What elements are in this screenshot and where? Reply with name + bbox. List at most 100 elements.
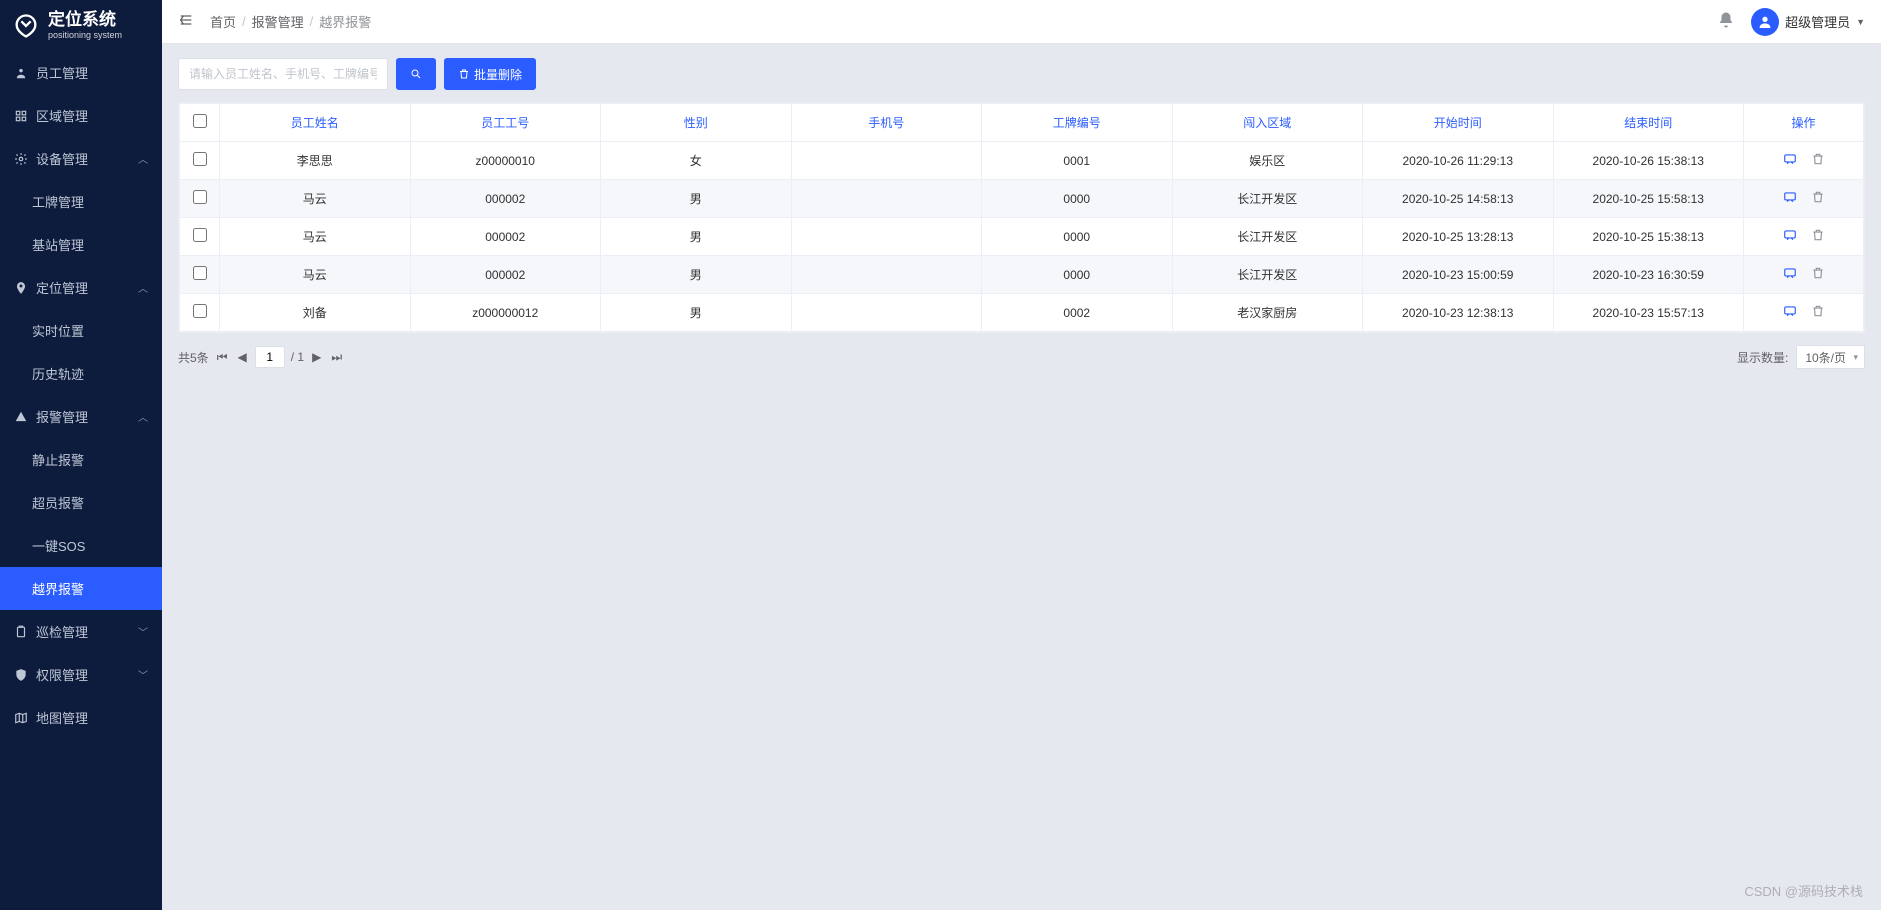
brand-subtitle: positioning system [48,30,122,41]
nav-item[interactable]: 定位管理︿ [0,266,162,309]
search-icon [410,67,422,81]
nav-item[interactable]: 地图管理 [0,696,162,739]
nav-item[interactable]: 超员报警 [0,481,162,524]
delete-icon[interactable] [1811,228,1825,245]
th-area: 闯入区域 [1172,104,1363,142]
last-page-icon[interactable]: ⏭ [329,348,344,367]
delete-icon[interactable] [1811,266,1825,283]
page-size-select[interactable]: 10条/页 [1796,345,1865,369]
bell-icon[interactable] [1717,11,1735,32]
nav-item[interactable]: 区域管理 [0,94,162,137]
cell-end: 2020-10-25 15:38:13 [1553,218,1744,256]
nav-item[interactable]: 报警管理︿ [0,395,162,438]
chevron-up-icon: ︿ [138,409,148,424]
topbar: 首页 / 报警管理 / 越界报警 超级管理员 ▼ [162,0,1881,44]
batch-delete-button[interactable]: 批量删除 [444,58,536,90]
cell-name: 马云 [220,180,411,218]
cell-area: 老汉家厨房 [1172,294,1363,332]
row-checkbox[interactable] [193,228,207,242]
nav-label: 定位管理 [36,278,130,297]
delete-icon[interactable] [1811,152,1825,169]
nav-item[interactable]: 工牌管理 [0,180,162,223]
select-all-checkbox[interactable] [193,114,207,128]
nav-item[interactable]: 实时位置 [0,309,162,352]
nav-item[interactable]: 历史轨迹 [0,352,162,395]
nav-item[interactable]: 静止报警 [0,438,162,481]
first-page-icon[interactable]: ⏮ [215,348,230,367]
logo-icon [12,12,40,40]
chevron-up-icon: ︿ [138,151,148,166]
cell-start: 2020-10-23 12:38:13 [1363,294,1554,332]
alert-icon [14,410,28,424]
nav-label: 员工管理 [36,63,148,82]
caret-down-icon: ▼ [1856,17,1865,27]
cell-phone [791,256,982,294]
view-icon[interactable] [1783,304,1797,321]
clipboard-icon [14,625,28,639]
prev-page-icon[interactable]: ◀ [236,348,249,366]
user-icon [14,66,28,80]
th-end: 结束时间 [1553,104,1744,142]
th-empno: 员工工号 [410,104,601,142]
user-name: 超级管理员 [1785,12,1850,31]
delete-icon[interactable] [1811,304,1825,321]
nav-item[interactable]: 越界报警 [0,567,162,610]
search-input[interactable] [178,58,388,90]
view-icon[interactable] [1783,266,1797,283]
cell-end: 2020-10-23 16:30:59 [1553,256,1744,294]
cell-gender: 男 [601,256,792,294]
search-button[interactable] [396,58,436,90]
nav-label: 地图管理 [36,708,148,727]
user-menu[interactable]: 超级管理员 ▼ [1751,8,1865,36]
th-badge: 工牌编号 [982,104,1173,142]
nav-item[interactable]: 一键SOS [0,524,162,567]
cell-area: 长江开发区 [1172,256,1363,294]
toolbar: 批量删除 [178,58,1865,90]
row-checkbox[interactable] [193,304,207,318]
nav-item[interactable]: 设备管理︿ [0,137,162,180]
pagination: 共5条 ⏮ ◀ / 1 ▶ ⏭ 显示数量: 10条/页 [178,345,1865,369]
cell-name: 刘备 [220,294,411,332]
nav: 员工管理区域管理设备管理︿工牌管理基站管理定位管理︿实时位置历史轨迹报警管理︿静… [0,51,162,910]
cell-empno: z000000012 [410,294,601,332]
nav-label: 越界报警 [32,579,148,598]
nav-item[interactable]: 权限管理﹀ [0,653,162,696]
cell-gender: 男 [601,218,792,256]
cell-area: 娱乐区 [1172,142,1363,180]
view-icon[interactable] [1783,152,1797,169]
row-checkbox[interactable] [193,152,207,166]
next-page-icon[interactable]: ▶ [310,348,323,366]
cell-start: 2020-10-25 14:58:13 [1363,180,1554,218]
nav-item[interactable]: 员工管理 [0,51,162,94]
cell-end: 2020-10-26 15:38:13 [1553,142,1744,180]
cell-phone [791,142,982,180]
table-row: 马云000002男0000长江开发区2020-10-25 14:58:13202… [180,180,1864,218]
nav-item[interactable]: 基站管理 [0,223,162,266]
table-row: 马云000002男0000长江开发区2020-10-23 15:00:59202… [180,256,1864,294]
cell-name: 李思思 [220,142,411,180]
page-size-label: 显示数量: [1737,349,1788,366]
page-input[interactable] [255,346,285,368]
cell-badge: 0002 [982,294,1173,332]
th-actions: 操作 [1744,104,1864,142]
nav-item[interactable]: 巡检管理﹀ [0,610,162,653]
nav-label: 历史轨迹 [32,364,148,383]
row-checkbox[interactable] [193,190,207,204]
table: 员工姓名 员工工号 性别 手机号 工牌编号 闯入区域 开始时间 结束时间 操作 … [178,102,1865,333]
avatar-icon [1751,8,1779,36]
pin-icon [14,281,28,295]
view-icon[interactable] [1783,190,1797,207]
nav-label: 一键SOS [32,536,148,555]
view-icon[interactable] [1783,228,1797,245]
sidebar-toggle-icon[interactable] [178,12,194,31]
row-checkbox[interactable] [193,266,207,280]
table-row: 李思思z00000010女0001娱乐区2020-10-26 11:29:132… [180,142,1864,180]
delete-icon[interactable] [1811,190,1825,207]
total-count: 共5条 [178,349,209,366]
breadcrumb-item[interactable]: 报警管理 [252,12,304,31]
breadcrumb-item[interactable]: 首页 [210,12,236,31]
cell-gender: 男 [601,294,792,332]
th-start: 开始时间 [1363,104,1554,142]
cell-name: 马云 [220,256,411,294]
nav-label: 基站管理 [32,235,148,254]
